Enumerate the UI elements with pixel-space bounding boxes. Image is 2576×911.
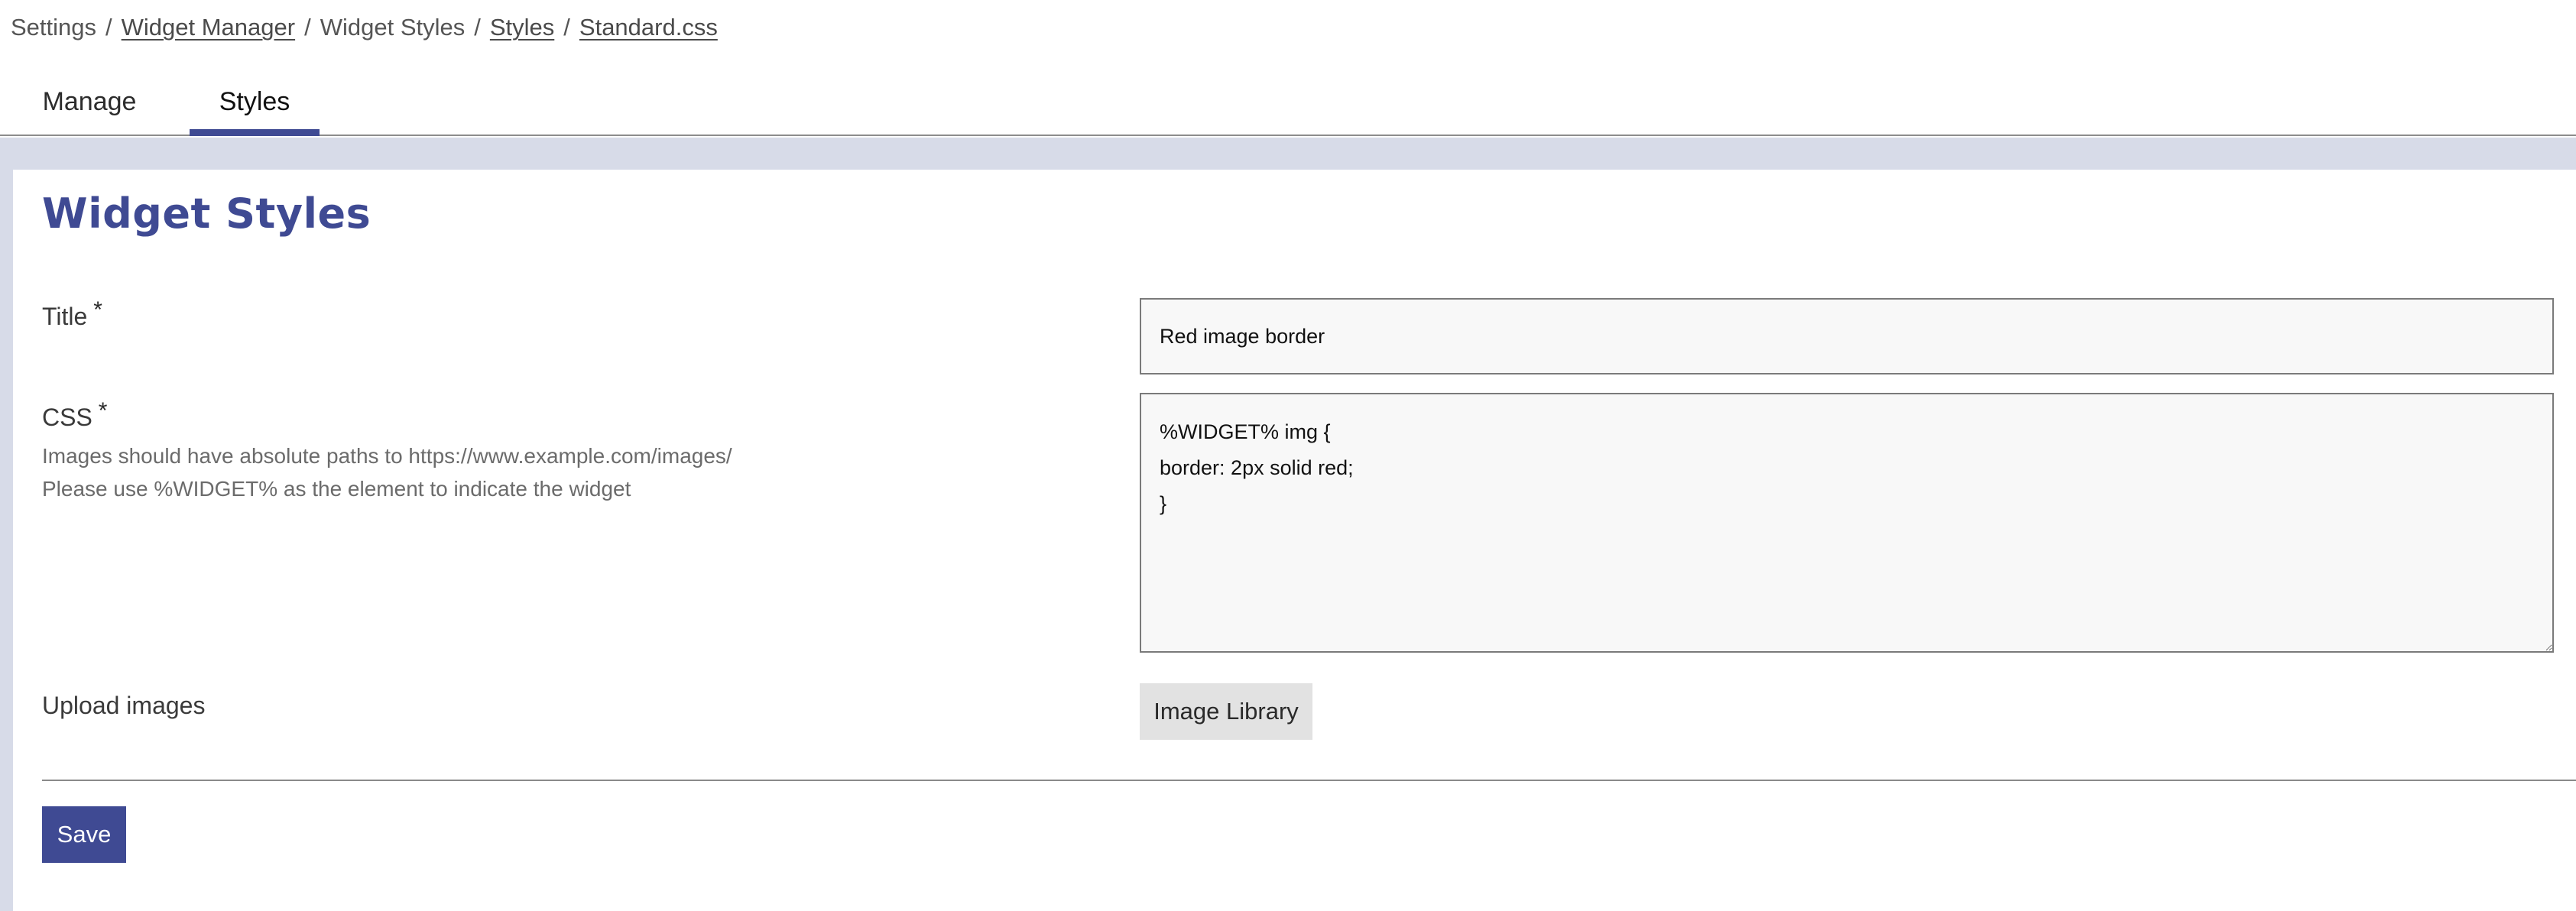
required-marker: * bbox=[98, 398, 108, 423]
form-divider bbox=[42, 780, 2576, 781]
title-label-text: Title bbox=[42, 303, 88, 330]
upload-images-label: Upload images bbox=[42, 692, 206, 719]
breadcrumb-widget-styles: Widget Styles bbox=[320, 14, 466, 41]
breadcrumb-separator: / bbox=[105, 14, 112, 41]
title-input[interactable] bbox=[1140, 298, 2554, 374]
tab-styles[interactable]: Styles bbox=[190, 69, 320, 136]
breadcrumb-link-widget-manager[interactable]: Widget Manager bbox=[122, 14, 295, 41]
breadcrumb-separator: / bbox=[563, 14, 570, 41]
breadcrumb-separator: / bbox=[474, 14, 481, 41]
breadcrumb-separator: / bbox=[304, 14, 311, 41]
css-label: CSS * bbox=[42, 398, 107, 432]
tab-manage-label: Manage bbox=[42, 86, 137, 116]
breadcrumb-link-standard-css[interactable]: Standard.css bbox=[579, 14, 718, 41]
css-help-text-paths: Images should have absolute paths to htt… bbox=[42, 444, 732, 468]
tab-styles-label: Styles bbox=[219, 86, 290, 116]
active-tab-indicator bbox=[190, 129, 320, 136]
breadcrumb: Settings / Widget Manager / Widget Style… bbox=[11, 11, 718, 44]
required-marker: * bbox=[93, 297, 102, 323]
tab-bar: Manage Styles bbox=[0, 69, 2576, 136]
title-label: Title * bbox=[42, 297, 102, 331]
image-library-button[interactable]: Image Library bbox=[1140, 683, 1312, 740]
page-title: Widget Styles bbox=[42, 190, 371, 238]
css-help-text-widget: Please use %WIDGET% as the element to in… bbox=[42, 477, 631, 501]
breadcrumb-settings: Settings bbox=[11, 14, 97, 41]
css-textarea[interactable]: %WIDGET% img { border: 2px solid red; } bbox=[1140, 393, 2554, 653]
breadcrumb-link-styles[interactable]: Styles bbox=[490, 14, 554, 41]
save-button[interactable]: Save bbox=[42, 806, 126, 863]
css-label-text: CSS bbox=[42, 404, 92, 431]
tab-manage[interactable]: Manage bbox=[31, 69, 148, 135]
